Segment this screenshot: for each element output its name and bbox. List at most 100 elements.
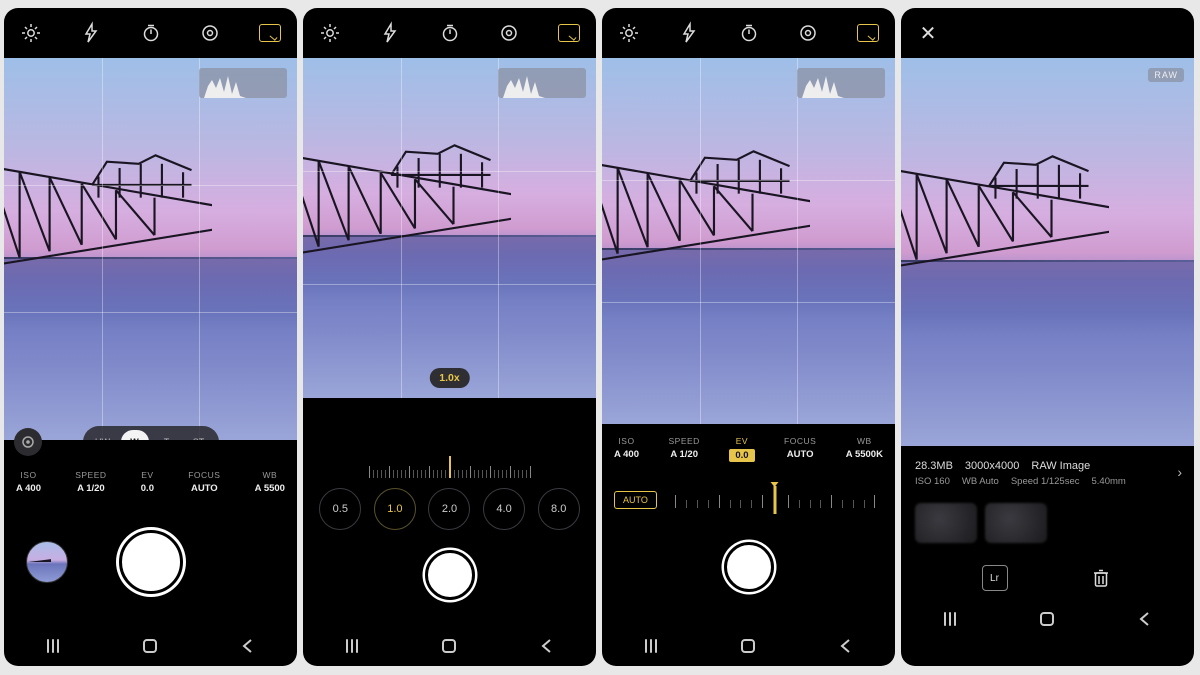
aspect-ratio-icon[interactable]: [558, 22, 580, 44]
param-wb[interactable]: WBA 5500: [255, 470, 285, 504]
android-navbar: [4, 626, 297, 666]
meta-iso: ISO 160: [915, 476, 950, 487]
flash-icon[interactable]: [80, 22, 102, 44]
recents-button[interactable]: [638, 633, 664, 659]
zoom-2_0x[interactable]: 2.0: [428, 488, 470, 530]
aspect-ratio-icon[interactable]: [857, 22, 879, 44]
close-icon[interactable]: ✕: [917, 22, 939, 44]
zoom-4_0x[interactable]: 4.0: [483, 488, 525, 530]
histogram: [797, 68, 885, 98]
lens-tele[interactable]: T: [153, 430, 181, 440]
meta-speed: Speed 1/125sec: [1011, 476, 1080, 487]
delete-button[interactable]: [1088, 565, 1114, 591]
param-ev[interactable]: EV0.0: [141, 470, 154, 504]
back-button[interactable]: [534, 633, 560, 659]
param-ev[interactable]: EV0.0: [729, 436, 754, 472]
shutter-button[interactable]: [425, 550, 475, 600]
metering-icon[interactable]: [498, 22, 520, 44]
flash-icon[interactable]: [379, 22, 401, 44]
home-button[interactable]: [436, 633, 462, 659]
gallery-thumb[interactable]: [26, 541, 68, 583]
zoom-1_0x[interactable]: 1.0: [374, 488, 416, 530]
zoom-8_0x[interactable]: 8.0: [538, 488, 580, 530]
viewfinder[interactable]: [303, 58, 596, 398]
metering-icon[interactable]: [199, 22, 221, 44]
file-size: 28.3MB: [915, 460, 953, 472]
file-dimensions: 3000x4000: [965, 460, 1019, 472]
ev-auto-button[interactable]: AUTO: [614, 491, 657, 509]
param-speed[interactable]: SPEEDA 1/20: [75, 470, 106, 504]
scene-preview: [602, 58, 895, 424]
metering-button[interactable]: [14, 428, 42, 456]
recents-button[interactable]: [40, 633, 66, 659]
raw-badge: RAW: [1148, 68, 1184, 82]
shutter-button[interactable]: [119, 530, 183, 594]
histogram: [199, 68, 287, 98]
android-navbar: [303, 626, 596, 666]
recents-button[interactable]: [339, 633, 365, 659]
scene-preview: [4, 58, 297, 440]
shutter-row: [602, 514, 895, 626]
chevron-right-icon[interactable]: ›: [1177, 464, 1182, 480]
timer-icon[interactable]: [738, 22, 760, 44]
back-button[interactable]: [235, 633, 261, 659]
top-toolbar: [303, 8, 596, 58]
thumbnail-strip[interactable]: [901, 487, 1194, 543]
flash-icon[interactable]: [678, 22, 700, 44]
scene-preview: [303, 58, 596, 398]
param-focus[interactable]: FOCUSAUTO: [188, 470, 220, 504]
zoom-readout: 1.0x: [429, 368, 469, 388]
home-button[interactable]: [735, 633, 761, 659]
histogram: [498, 68, 586, 98]
gear-icon[interactable]: [319, 22, 341, 44]
camera-zoom-control: 1.0x 0.5 1.0 2.0 4.0 8.0: [303, 8, 596, 666]
pro-params: ISOA 400 SPEEDA 1/20 EV0.0 FOCUSAUTO WBA…: [4, 440, 297, 504]
ev-control: AUTO: [602, 472, 895, 514]
shutter-row: [4, 504, 297, 626]
param-focus[interactable]: FOCUSAUTO: [784, 436, 816, 472]
timer-icon[interactable]: [140, 22, 162, 44]
camera-ev-adjust: ISOA 400 SPEEDA 1/20 EV0.0 FOCUSAUTO WBA…: [602, 8, 895, 666]
top-toolbar: [602, 8, 895, 58]
android-navbar: [602, 626, 895, 666]
shutter-row: [303, 530, 596, 626]
param-iso[interactable]: ISOA 400: [16, 470, 41, 504]
lens-wide[interactable]: W: [121, 430, 149, 440]
review-actions: Lr: [901, 543, 1194, 599]
photo-metadata[interactable]: 28.3MB 3000x4000 RAW Image ISO 160 WB Au…: [901, 446, 1194, 487]
gear-icon[interactable]: [20, 22, 42, 44]
home-button[interactable]: [137, 633, 163, 659]
lens-ultrawide[interactable]: UW: [89, 430, 117, 440]
lens-picker: UW W T ST: [83, 426, 219, 440]
aspect-ratio-icon[interactable]: [259, 22, 281, 44]
ev-slider[interactable]: [667, 486, 883, 514]
photo-preview[interactable]: RAW: [901, 58, 1194, 446]
recents-button[interactable]: [937, 606, 963, 632]
viewfinder[interactable]: [602, 58, 895, 424]
param-wb[interactable]: WBA 5500K: [846, 436, 883, 472]
param-iso[interactable]: ISOA 400: [614, 436, 639, 472]
pro-params: ISOA 400 SPEEDA 1/20 EV0.0 FOCUSAUTO WBA…: [602, 424, 895, 472]
camera-pro-mode-main: UW W T ST ISOA 400 SPEEDA 1/20 EV0.0 FOC…: [4, 8, 297, 666]
param-speed[interactable]: SPEEDA 1/20: [669, 436, 700, 472]
viewfinder[interactable]: UW W T ST: [4, 58, 297, 440]
timer-icon[interactable]: [439, 22, 461, 44]
android-navbar: [901, 599, 1194, 639]
open-lightroom-button[interactable]: Lr: [982, 565, 1008, 591]
metering-icon[interactable]: [797, 22, 819, 44]
shutter-button[interactable]: [724, 542, 774, 592]
lens-supertele[interactable]: ST: [185, 430, 213, 440]
gear-icon[interactable]: [618, 22, 640, 44]
zoom-slider[interactable]: [303, 442, 596, 478]
zoom-0_5x[interactable]: 0.5: [319, 488, 361, 530]
scene-preview: [901, 58, 1194, 446]
meta-wb: WB Auto: [962, 476, 999, 487]
thumbnail-item[interactable]: [915, 503, 977, 543]
file-type: RAW Image: [1031, 460, 1090, 472]
meta-focal: 5.40mm: [1092, 476, 1126, 487]
back-button[interactable]: [833, 633, 859, 659]
home-button[interactable]: [1034, 606, 1060, 632]
thumbnail-item[interactable]: [985, 503, 1047, 543]
back-button[interactable]: [1132, 606, 1158, 632]
zoom-presets: 0.5 1.0 2.0 4.0 8.0: [303, 478, 596, 530]
